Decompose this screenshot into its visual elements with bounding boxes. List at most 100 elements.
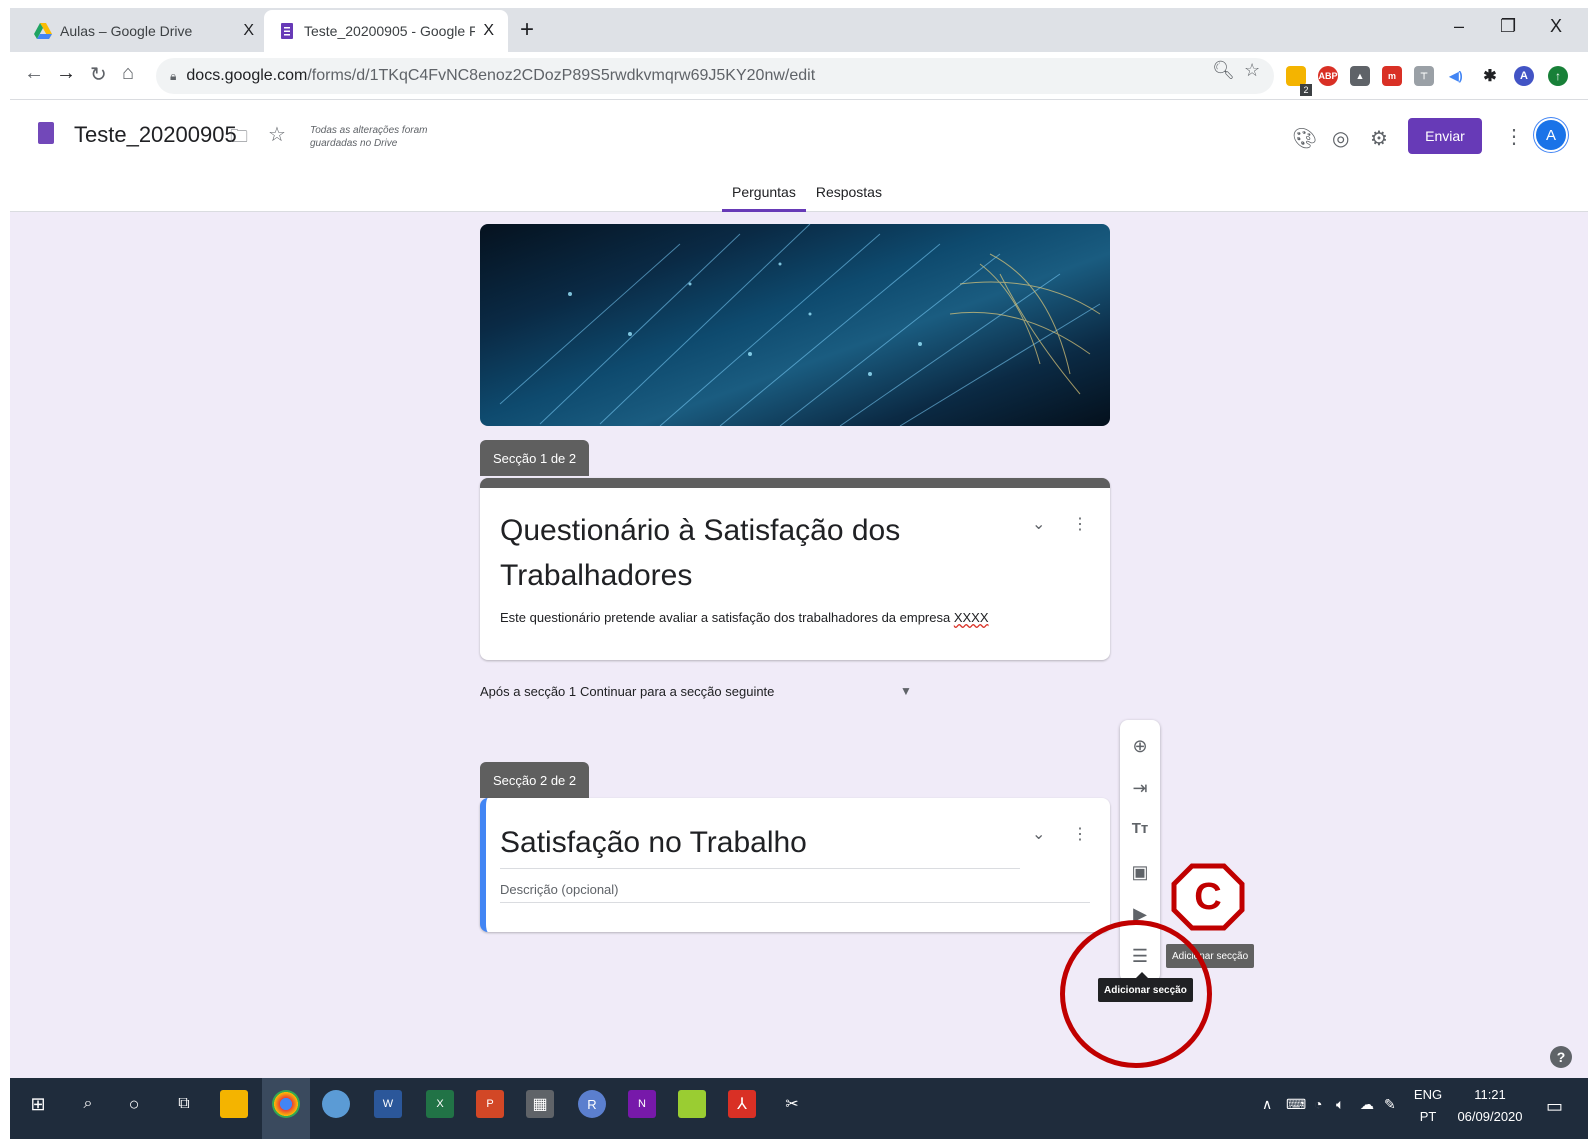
tab-close-icon[interactable]: X [483, 22, 494, 40]
preview-eye-icon[interactable]: ◎ [1332, 126, 1349, 151]
add-image-icon[interactable]: ▣ [1120, 862, 1160, 883]
tab-title: Teste_20200905 - Google Forms [304, 23, 476, 39]
chrome-icon[interactable] [272, 1090, 300, 1118]
forms-header: Teste_20200905 🗀 ☆ Todas as alterações f… [10, 100, 1588, 212]
add-title-icon[interactable]: Tт [1120, 820, 1160, 837]
section-1-title[interactable]: Questionário à Satisfação dos Trabalhado… [500, 508, 1020, 598]
acrobat-icon[interactable]: ⅄ [728, 1090, 756, 1118]
powerpoint-icon[interactable]: P [476, 1090, 504, 1118]
after-section-select[interactable]: Continuar para a secção seguinte [580, 684, 774, 699]
tray-chevron-icon[interactable]: ∧ [1262, 1096, 1272, 1113]
calculator-icon[interactable]: ▦ [526, 1090, 554, 1118]
tab-close-icon[interactable]: X [243, 22, 254, 40]
tray-keyboard-icon[interactable]: ⌨ [1286, 1096, 1306, 1113]
google-forms-icon [281, 23, 293, 39]
extensions-puzzle-icon[interactable]: ✱ [1480, 66, 1500, 86]
tray-volume-icon[interactable]: 🔈︎ [1336, 1096, 1344, 1113]
browser-toolbar: ← → ↻ ⌂ 🔒︎ docs.google.com/forms/d/1TKqC… [10, 52, 1588, 100]
bookmark-star-icon[interactable]: ☆ [1244, 60, 1260, 81]
header-image-art [499, 224, 1101, 426]
document-title[interactable]: Teste_20200905 [74, 122, 237, 148]
section-1-title-line2: Trabalhadores [500, 559, 693, 592]
forward-icon[interactable]: → [56, 62, 76, 85]
tray-pen-icon[interactable]: ✎ [1384, 1096, 1396, 1113]
close-window-button[interactable]: X [1550, 16, 1562, 37]
update-icon[interactable]: ↑ [1548, 66, 1568, 86]
back-icon[interactable]: ← [24, 62, 44, 85]
extension-notes-icon[interactable] [1286, 66, 1306, 86]
save-status: Todas as alterações foram guardadas no D… [310, 125, 428, 149]
snipping-tool-icon[interactable]: ✂ [778, 1090, 806, 1118]
task-view-icon[interactable]: ⧉ [170, 1090, 198, 1118]
section-2-tag: Secção 2 de 2 [480, 762, 590, 798]
reload-icon[interactable]: ↻ [90, 62, 107, 87]
app-globe-icon[interactable] [322, 1090, 350, 1118]
description-underline [500, 902, 1090, 903]
cortana-icon[interactable]: ○ [120, 1090, 148, 1118]
new-tab-button[interactable]: + [520, 16, 534, 44]
restore-button[interactable]: ❐ [1500, 16, 1516, 37]
description-underlined: XXXX [953, 610, 989, 625]
screen: Aulas – Google Drive X Teste_20200905 - … [10, 8, 1588, 1139]
account-avatar[interactable]: A [1536, 120, 1566, 150]
tray-wifi-icon[interactable]: ◔ [1314, 1096, 1322, 1112]
import-questions-icon[interactable]: ⇥ [1120, 778, 1160, 799]
annotation-letter: C [1194, 875, 1222, 918]
home-icon[interactable]: ⌂ [122, 62, 134, 85]
tab-google-forms[interactable]: Teste_20200905 - Google Forms X [264, 10, 508, 52]
dropdown-caret-icon[interactable]: ▼ [900, 684, 912, 698]
tab-google-drive[interactable]: Aulas – Google Drive X [20, 10, 268, 52]
collapse-section-icon[interactable]: ⌄ [1032, 824, 1045, 844]
title-underline [500, 868, 1020, 869]
forms-tabs: Perguntas Respostas [722, 184, 892, 212]
send-button[interactable]: Enviar [1408, 118, 1482, 154]
settings-gear-icon[interactable]: ⚙ [1370, 126, 1388, 151]
windows-start-icon[interactable]: ⊞ [24, 1090, 52, 1118]
clock-date: 06/09/2020 [1457, 1109, 1523, 1124]
section-2-card[interactable]: Satisfação no Trabalho ⌄ ⋮ Descrição (op… [480, 798, 1110, 932]
forms-logo-icon[interactable] [38, 122, 54, 144]
header-image[interactable] [480, 224, 1110, 426]
collapse-section-icon[interactable]: ⌄ [1032, 514, 1045, 534]
adblock-icon[interactable]: ABP [1318, 66, 1338, 86]
help-icon[interactable]: ? [1550, 1046, 1572, 1068]
word-icon[interactable]: W [374, 1090, 402, 1118]
language-indicator[interactable]: ENG PT [1410, 1084, 1446, 1128]
tab-questions[interactable]: Perguntas [722, 184, 806, 212]
section-1-card[interactable]: Questionário à Satisfação dos Trabalhado… [480, 478, 1110, 660]
extension-grey-icon[interactable]: ⊤ [1414, 66, 1434, 86]
notifications-icon[interactable]: ▭ [1546, 1096, 1563, 1117]
section-more-icon[interactable]: ⋮ [1072, 824, 1088, 844]
drive-extension-icon[interactable]: ▲ [1350, 66, 1370, 86]
tab-responses[interactable]: Respostas [806, 184, 892, 212]
windows-taskbar: ⊞ ⌕ ○ ⧉ W X P ▦ R N ⅄ ✂ ∧ ⌨ ◔ 🔈︎ ☁ ✎ ENG… [10, 1078, 1588, 1139]
section-more-icon[interactable]: ⋮ [1072, 514, 1088, 534]
clock[interactable]: 11:21 06/09/2020 [1450, 1084, 1530, 1128]
more-options-icon[interactable]: ⋮ [1504, 124, 1524, 149]
browser-tab-bar: Aulas – Google Drive X Teste_20200905 - … [10, 8, 1588, 52]
palette-icon[interactable]: 🎨︎ [1292, 126, 1317, 151]
extension-red-icon[interactable]: m [1382, 66, 1402, 86]
address-bar[interactable]: 🔒︎ docs.google.com/forms/d/1TKqC4FvNC8en… [156, 58, 1274, 94]
section-2-description[interactable]: Descrição (opcional) [500, 882, 619, 897]
star-icon[interactable]: ☆ [268, 122, 286, 147]
sound-extension-icon[interactable]: ◀) [1446, 66, 1466, 86]
zoom-icon[interactable]: 🔍︎ [1212, 60, 1235, 81]
excel-icon[interactable]: X [426, 1090, 454, 1118]
search-icon[interactable]: ⌕ [74, 1090, 102, 1118]
url-host: docs.google.com [186, 67, 308, 84]
profile-avatar[interactable]: A [1514, 66, 1534, 86]
section-2-title[interactable]: Satisfação no Trabalho [500, 820, 807, 865]
chart-app-icon[interactable] [678, 1090, 706, 1118]
onenote-icon[interactable]: N [628, 1090, 656, 1118]
section-1-title-line1: Questionário à Satisfação dos [500, 514, 901, 547]
file-explorer-icon[interactable] [220, 1090, 248, 1118]
add-question-icon[interactable]: ⊕ [1120, 736, 1160, 757]
language-bottom: PT [1419, 1109, 1437, 1124]
r-app-icon[interactable]: R [578, 1090, 606, 1118]
folder-icon[interactable]: 🗀 [230, 124, 248, 154]
after-section-label: Após a secção 1 [480, 684, 577, 699]
tray-cloud-icon[interactable]: ☁ [1360, 1096, 1374, 1113]
section-1-description[interactable]: Este questionário pretende avaliar a sat… [500, 610, 989, 625]
minimize-button[interactable]: – [1454, 16, 1464, 37]
